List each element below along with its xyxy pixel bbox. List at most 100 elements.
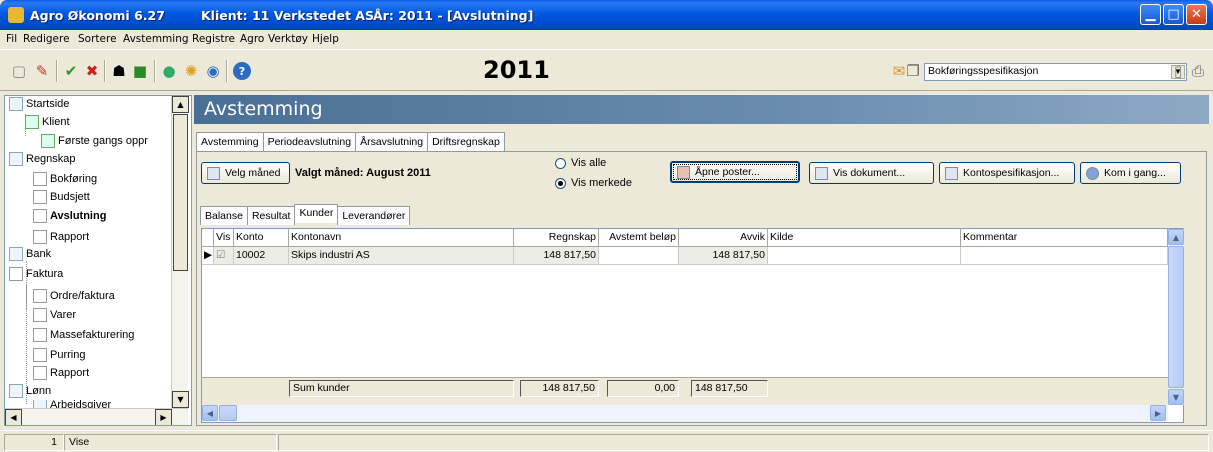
scroll-down-icon[interactable]: ▼: [172, 391, 189, 408]
subtab-leverandorer[interactable]: Leverandører: [337, 206, 411, 225]
menu-registre[interactable]: Registre: [192, 33, 235, 45]
grid-cell-konto[interactable]: 10002: [234, 247, 289, 265]
tab-periodeavslutning[interactable]: Periodeavslutning: [262, 132, 357, 151]
grid-vertical-scrollbar[interactable]: ▲ ▼: [1168, 229, 1184, 405]
menu-hjelp[interactable]: Hjelp: [312, 33, 339, 45]
maximize-icon: □: [1167, 7, 1180, 22]
grid-cell-avstemt[interactable]: [599, 247, 679, 265]
invoice-icon: [9, 267, 23, 281]
exit-icon[interactable]: ■: [131, 62, 149, 80]
sidebar-item-faktura[interactable]: Faktura: [9, 267, 63, 281]
grid-header-vis[interactable]: Vis: [214, 229, 234, 247]
app-logo-icon: [8, 7, 24, 23]
zoom-icon[interactable]: ◉: [204, 62, 222, 80]
preview-icon[interactable]: ▯: [1169, 62, 1187, 80]
specification-select[interactable]: Bokføringsspesifikasjon ▼: [924, 63, 1187, 81]
subtab-kunder[interactable]: Kunder: [294, 204, 339, 223]
grid-header-kommentar[interactable]: Kommentar: [961, 229, 1168, 247]
close-button[interactable]: ✕: [1186, 4, 1207, 25]
globe-icon[interactable]: ●: [160, 62, 178, 80]
grid-header-avstemt[interactable]: Avstemt beløp: [599, 229, 679, 247]
search-binoculars-icon[interactable]: ☗: [110, 62, 128, 80]
tab-arsavslutning[interactable]: Årsavslutning: [355, 132, 429, 151]
sidebar-item-varer[interactable]: Varer: [33, 308, 76, 322]
sidebar-item-klient[interactable]: Klient: [25, 115, 70, 129]
document-icon: [33, 348, 47, 362]
confirm-icon[interactable]: ✔: [62, 62, 80, 80]
account-spec-button[interactable]: Kontospesifikasjon...: [939, 162, 1075, 184]
get-started-button[interactable]: Kom i gang...: [1080, 162, 1181, 184]
sidebar-item-purring[interactable]: Purring: [33, 348, 85, 362]
document-icon: [33, 366, 47, 380]
scroll-down-icon[interactable]: ▼: [1168, 389, 1184, 405]
minimize-button[interactable]: ▁: [1140, 4, 1161, 25]
menu-verktoy[interactable]: Verktøy: [268, 33, 308, 45]
grid-header-konto[interactable]: Konto: [234, 229, 289, 247]
grid-cell-regnskap[interactable]: 148 817,50: [514, 247, 599, 265]
scrollbar-thumb[interactable]: [173, 114, 188, 271]
scroll-right-icon[interactable]: ▶: [1150, 405, 1166, 421]
sidebar-item-regnskap[interactable]: Regnskap: [9, 152, 76, 166]
window-icon[interactable]: ❐: [904, 62, 922, 80]
grid-header-kilde[interactable]: Kilde: [768, 229, 961, 247]
sidebar-item-lonn[interactable]: Lønn: [9, 384, 51, 398]
sidebar-vertical-scrollbar[interactable]: ▲ ▼: [171, 96, 189, 408]
sidebar-item-bank[interactable]: Bank: [9, 247, 51, 261]
grid-header-avvik[interactable]: Avvik: [679, 229, 768, 247]
subtab-resultat[interactable]: Resultat: [246, 206, 296, 225]
scroll-left-icon[interactable]: ◀: [5, 409, 22, 425]
document-icon: [33, 172, 47, 186]
grid-header-kontonavn[interactable]: Kontonavn: [289, 229, 514, 247]
help-icon[interactable]: ?: [233, 62, 251, 80]
sidebar-item-massefakturering[interactable]: Massefakturering: [33, 328, 134, 342]
sidebar-item-forste-gangs[interactable]: Første gangs oppr: [41, 134, 148, 148]
sidebar-item-rapport[interactable]: Rapport: [33, 230, 89, 244]
grid-cell-kontonavn[interactable]: Skips industri AS: [289, 247, 514, 265]
tab-avstemming[interactable]: Avstemming: [196, 132, 264, 151]
menu-sortere[interactable]: Sortere: [78, 33, 117, 45]
sidebar-item-avslutning[interactable]: Avslutning: [33, 209, 106, 223]
grid-horizontal-scrollbar[interactable]: ◀ ▶: [202, 405, 1168, 422]
grid-cell-kommentar[interactable]: [961, 247, 1168, 265]
subtab-balanse[interactable]: Balanse: [200, 206, 248, 225]
menu-avstemming[interactable]: Avstemming: [123, 33, 189, 45]
grid-cell-avvik[interactable]: 148 817,50: [679, 247, 768, 265]
sidebar-horizontal-scrollbar[interactable]: ◀ ▶: [5, 408, 188, 425]
menu-redigere[interactable]: Redigere: [23, 33, 70, 45]
menu-agro[interactable]: Agro: [240, 33, 264, 45]
scrollbar-thumb[interactable]: [1168, 246, 1184, 388]
open-items-button[interactable]: Åpne poster...: [670, 161, 800, 183]
scroll-up-icon[interactable]: ▲: [172, 96, 189, 113]
sidebar-item-budsjett[interactable]: Budsjett: [33, 190, 90, 204]
close-icon: ✕: [1191, 7, 1202, 22]
scroll-up-icon[interactable]: ▲: [1168, 229, 1184, 245]
sidebar-item-rapport-faktura[interactable]: Rapport: [33, 366, 89, 380]
show-document-button[interactable]: Vis dokument...: [809, 162, 934, 184]
new-icon[interactable]: ▢: [10, 62, 28, 80]
toolbar-separator: [226, 60, 228, 82]
maximize-button[interactable]: □: [1163, 4, 1184, 25]
scroll-left-icon[interactable]: ◀: [202, 405, 218, 421]
radio-show-marked[interactable]: Vis merkede: [555, 177, 632, 189]
document-search-icon: [945, 166, 958, 180]
status-mode: Vise: [64, 434, 277, 451]
scrollbar-thumb[interactable]: [219, 405, 237, 421]
select-month-button[interactable]: Velg måned: [201, 162, 290, 184]
grid-header-regnskap[interactable]: Regnskap: [514, 229, 599, 247]
sidebar-item-startside[interactable]: Startside: [9, 97, 69, 111]
menu-fil[interactable]: Fil: [6, 33, 17, 45]
grid-cell-kilde[interactable]: [768, 247, 961, 265]
tab-driftsregnskap[interactable]: Driftsregnskap: [427, 132, 505, 151]
cancel-icon[interactable]: ✖: [83, 62, 101, 80]
grid-cell-vis-checkbox[interactable]: ☑: [214, 247, 234, 265]
row-indicator-icon: ▶: [202, 247, 214, 265]
print-icon[interactable]: ⎙: [1189, 62, 1207, 80]
settings-icon[interactable]: ✺: [182, 62, 200, 80]
radio-show-all[interactable]: Vis alle: [555, 157, 606, 169]
globe-icon: [1086, 166, 1099, 180]
sidebar-item-bokforing[interactable]: Bokføring: [33, 172, 97, 186]
sidebar-item-ordre-faktura[interactable]: Ordre/faktura: [33, 289, 115, 303]
edit-icon[interactable]: ✎: [33, 62, 51, 80]
scroll-right-icon[interactable]: ▶: [155, 409, 172, 425]
navigation-tree: Startside Klient Første gangs oppr Regns…: [4, 95, 192, 426]
